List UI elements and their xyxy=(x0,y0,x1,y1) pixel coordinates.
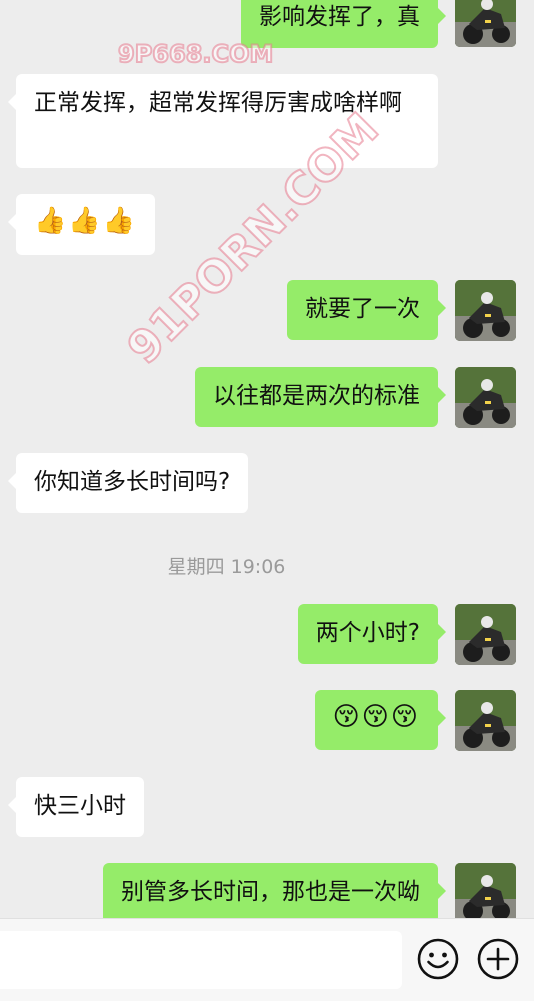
avatar[interactable] xyxy=(455,690,516,751)
input-bar xyxy=(0,918,534,1001)
message-text: 快三小时 xyxy=(34,793,126,819)
avatar[interactable] xyxy=(455,367,516,428)
message-input[interactable] xyxy=(0,931,402,989)
kissing-face-emoji: 😚😚😚 xyxy=(332,702,420,732)
message-text: 别管多长时间，那也是一次呦 xyxy=(121,879,420,905)
message-bubble-incoming[interactable]: 👍👍👍 xyxy=(7,194,156,255)
message-bubble-outgoing[interactable]: 两个小时? xyxy=(297,604,447,664)
message-text: 正常发挥，超常发挥得厉害成啥样啊 xyxy=(34,90,402,116)
avatar[interactable] xyxy=(455,280,516,341)
message-bubble-outgoing[interactable]: 以往都是两次的标准 xyxy=(195,367,446,427)
message-bubble-outgoing[interactable]: 影响发挥了，真 xyxy=(241,0,446,48)
message-bubble-outgoing[interactable]: 就要了一次 xyxy=(287,280,446,340)
thumbs-up-emoji: 👍👍👍 xyxy=(34,206,138,236)
message-bubble-incoming[interactable]: 你知道多长时间吗? xyxy=(7,453,249,513)
smiley-face-icon[interactable] xyxy=(416,937,460,981)
message-bubble-outgoing[interactable]: 别管多长时间，那也是一次呦 xyxy=(103,863,446,918)
avatar[interactable] xyxy=(455,863,516,918)
chat-area[interactable]: 影响发挥了，真 9P668.COM 正常发挥，超常发挥得厉害成啥样啊 👍👍👍 9… xyxy=(0,0,534,918)
avatar[interactable] xyxy=(455,0,516,47)
message-bubble-incoming[interactable]: 快三小时 xyxy=(8,777,144,837)
avatar[interactable] xyxy=(455,604,516,665)
message-text: 以往都是两次的标准 xyxy=(213,383,420,409)
message-bubble-incoming[interactable]: 正常发挥，超常发挥得厉害成啥样啊 xyxy=(8,74,438,168)
message-bubble-outgoing[interactable]: 😚😚😚 xyxy=(314,690,447,750)
plus-circle-icon[interactable] xyxy=(476,937,520,981)
message-text: 两个小时? xyxy=(315,620,420,646)
message-text: 就要了一次 xyxy=(305,296,420,322)
message-text: 你知道多长时间吗? xyxy=(34,469,231,495)
message-text: 影响发挥了，真 xyxy=(259,4,420,30)
timestamp: 星期四 19:06 xyxy=(167,556,286,578)
